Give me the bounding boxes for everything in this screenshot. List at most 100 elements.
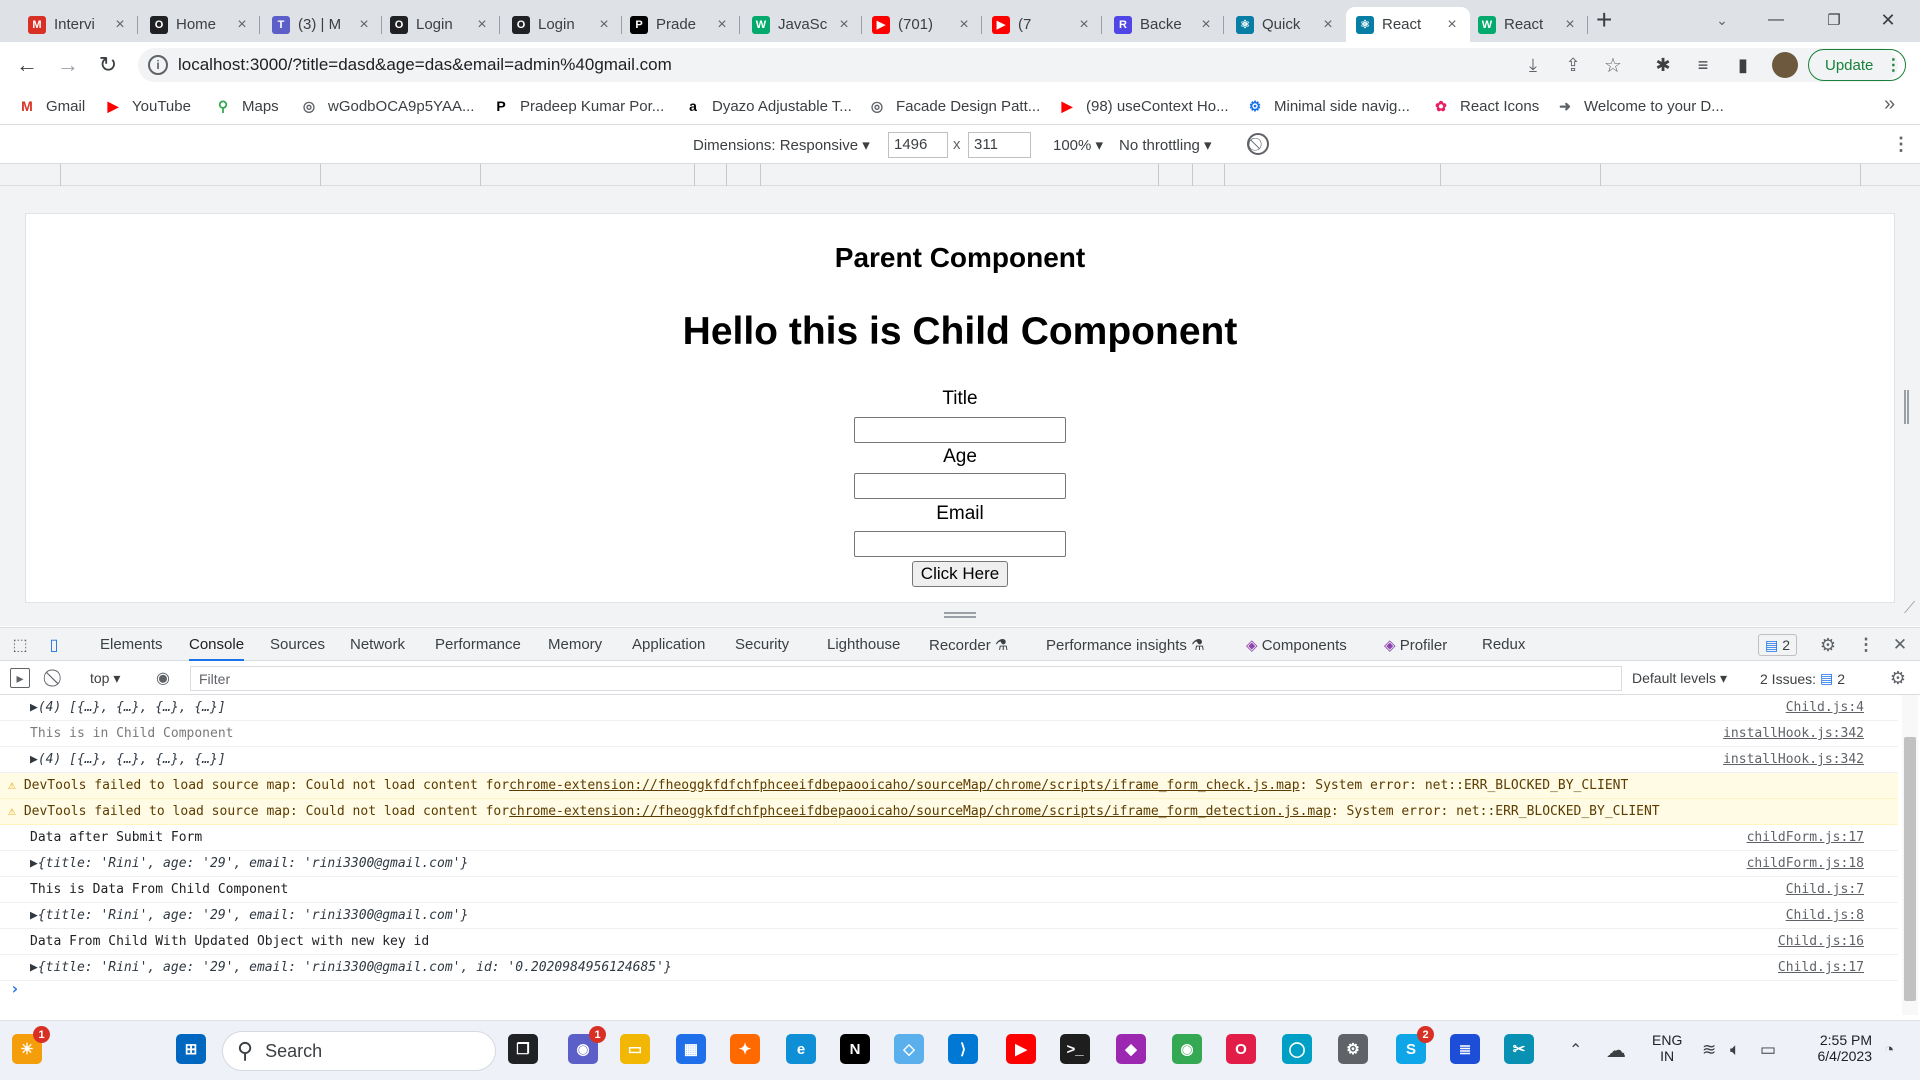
console-row[interactable]: ▶{title: 'Rini', age: '29', email: 'rini…: [0, 903, 1898, 929]
snipping-icon[interactable]: ✂: [1504, 1034, 1534, 1064]
console-source-link[interactable]: Child.js:16: [1778, 934, 1864, 949]
devtools-tab-network[interactable]: Network: [350, 636, 405, 653]
tab-close-icon[interactable]: ×: [1320, 16, 1336, 34]
settings-icon[interactable]: ⚙: [1338, 1034, 1368, 1064]
url-text[interactable]: localhost:3000/?title=dasd&age=das&email…: [178, 55, 672, 75]
reading-list-icon[interactable]: ≡: [1692, 54, 1714, 76]
bookmark-item[interactable]: a Dyazo Adjustable T...: [684, 96, 852, 116]
device-toggle-icon[interactable]: ▯: [44, 635, 64, 655]
devtools-tab-performance[interactable]: Performance: [435, 636, 521, 653]
console-row[interactable]: ▶{title: 'Rini', age: '29', email: 'rini…: [0, 851, 1898, 877]
corner-resize-icon[interactable]: ⟋: [1904, 600, 1915, 618]
devtools-tab-memory[interactable]: Memory: [548, 636, 602, 653]
devtools-tab-components[interactable]: ◈ Components: [1246, 636, 1347, 654]
bookmark-item[interactable]: M Gmail: [18, 96, 85, 116]
tab-close-icon[interactable]: ×: [112, 16, 128, 34]
bookmarks-overflow-icon[interactable]: »: [1884, 93, 1895, 116]
tab-close-icon[interactable]: ×: [1198, 16, 1214, 34]
tab-close-icon[interactable]: ×: [1562, 16, 1578, 34]
browser-tab[interactable]: ⚛ Quick ×: [1226, 7, 1346, 42]
browser-tab[interactable]: O Login ×: [502, 7, 622, 42]
browser-tab[interactable]: O Login ×: [380, 7, 500, 42]
devtools-tab-sources[interactable]: Sources: [270, 636, 325, 653]
bookmark-item[interactable]: ⚙ Minimal side navig...: [1246, 96, 1410, 116]
issues-link[interactable]: 2 Issues: ▤ 2: [1760, 670, 1845, 687]
bookmark-item[interactable]: ✿ React Icons: [1432, 96, 1539, 116]
bookmark-item[interactable]: ▶ YouTube: [104, 96, 191, 116]
console-row[interactable]: ▶(4) [{…}, {…}, {…}, {…}] Child.js:4: [0, 695, 1898, 721]
levels-dropdown[interactable]: Default levels ▾: [1632, 670, 1727, 687]
reload-icon[interactable]: ↻: [95, 52, 121, 78]
console-filter-input[interactable]: Filter: [190, 666, 1622, 691]
devtools-tab-console[interactable]: Console: [189, 636, 245, 661]
browser-tab[interactable]: R Backe ×: [1104, 7, 1224, 42]
click-here-button[interactable]: Click Here: [912, 561, 1008, 587]
tab-close-icon[interactable]: ×: [234, 16, 250, 34]
console-source-link[interactable]: Child.js:7: [1786, 882, 1864, 897]
console-source-link[interactable]: childForm.js:18: [1747, 856, 1864, 871]
bookmark-item[interactable]: ◎ wGodbOCA9p5YAA...: [300, 96, 475, 116]
tab-close-icon[interactable]: ×: [356, 16, 372, 34]
tab-close-icon[interactable]: ×: [836, 16, 852, 34]
teams-chat-icon[interactable]: ◉ 1: [568, 1026, 606, 1064]
tab-search-icon[interactable]: ⌄: [1710, 8, 1734, 32]
taskbar-search[interactable]: ⚲ Search: [222, 1031, 496, 1071]
width-input[interactable]: 1496: [888, 132, 948, 158]
dimensions-dropdown[interactable]: Dimensions: Responsive ▾: [693, 136, 870, 154]
console-row[interactable]: ▶{title: 'Rini', age: '29', email: 'rini…: [0, 955, 1898, 981]
chrome-icon[interactable]: ◉: [1172, 1034, 1202, 1064]
clock[interactable]: 2:55 PM 6/4/2023: [1796, 1032, 1873, 1064]
site-info-icon[interactable]: i: [148, 55, 168, 75]
language-indicator[interactable]: ENG IN: [1652, 1032, 1682, 1064]
bookmark-item[interactable]: P Pradeep Kumar Por...: [492, 96, 664, 116]
extensions-icon[interactable]: ✱: [1652, 54, 1674, 76]
opera-icon[interactable]: O: [1226, 1034, 1256, 1064]
restore-icon[interactable]: ❐: [1820, 6, 1848, 34]
device-more-icon[interactable]: ⋮: [1892, 134, 1910, 155]
close-devtools-icon[interactable]: ✕: [1890, 635, 1910, 655]
devtools-tab-performance-insights[interactable]: Performance insights ⚗: [1046, 636, 1205, 654]
viewport-resize-handle[interactable]: [944, 612, 976, 618]
onedrive-icon[interactable]: ☁: [1606, 1038, 1626, 1063]
browser-tab[interactable]: ▶ (7 ×: [982, 7, 1102, 42]
throttling-dropdown[interactable]: No throttling ▾: [1119, 136, 1212, 154]
tab-close-icon[interactable]: ×: [596, 16, 612, 34]
youtube-app-icon[interactable]: ▶: [1006, 1034, 1036, 1064]
tab-close-icon[interactable]: ×: [956, 16, 972, 34]
install-icon[interactable]: ⤓: [1522, 54, 1544, 76]
store-icon[interactable]: ▦: [676, 1034, 706, 1064]
console-source-link[interactable]: installHook.js:342: [1723, 752, 1864, 767]
devtools-tab-recorder[interactable]: Recorder ⚗: [929, 636, 1008, 654]
source-map-link[interactable]: chrome-extension://fheoggkfdfchfphceeifd…: [509, 804, 1331, 819]
devtools-tab-redux[interactable]: Redux: [1482, 636, 1525, 653]
volume-icon[interactable]: 🔈︎: [1730, 1040, 1740, 1060]
context-dropdown[interactable]: top ▾: [90, 670, 120, 687]
devtools-tab-security[interactable]: Security: [735, 636, 789, 653]
console-scrollbar-thumb[interactable]: [1904, 737, 1916, 1001]
app-colorful-icon[interactable]: ◆: [1116, 1034, 1146, 1064]
rotate-icon[interactable]: ⃠: [1247, 133, 1269, 155]
clear-console-icon[interactable]: ⃠: [46, 668, 66, 688]
zoom-dropdown[interactable]: 100% ▾: [1053, 136, 1103, 154]
console-source-link[interactable]: installHook.js:342: [1723, 726, 1864, 741]
email-input[interactable]: [854, 531, 1066, 557]
update-button[interactable]: Update ⋮: [1808, 49, 1906, 81]
console-row[interactable]: ▶(4) [{…}, {…}, {…}, {…}] installHook.js:…: [0, 747, 1898, 773]
task-view-icon[interactable]: ❐: [508, 1034, 538, 1064]
side-resize-handle[interactable]: [1904, 390, 1909, 424]
devtools-more-icon[interactable]: ⋮: [1856, 635, 1876, 655]
minimize-icon[interactable]: —: [1762, 6, 1790, 34]
tray-chevron-icon[interactable]: ⌃: [1569, 1040, 1582, 1060]
file-explorer-icon[interactable]: ▭: [620, 1034, 650, 1064]
devtools-tab-application[interactable]: Application: [632, 636, 705, 653]
browser-tab[interactable]: W React ×: [1468, 7, 1588, 42]
bookmark-item[interactable]: ◎ Facade Design Patt...: [868, 96, 1040, 116]
profile-avatar[interactable]: [1772, 52, 1798, 78]
side-panel-icon[interactable]: ▮: [1732, 54, 1754, 76]
browser-tab[interactable]: ▶ (701) ×: [862, 7, 982, 42]
forward-icon[interactable]: →: [55, 52, 81, 78]
netflix-icon[interactable]: N: [840, 1034, 870, 1064]
bookmark-item[interactable]: ➜ Welcome to your D...: [1556, 96, 1724, 116]
browser-tab[interactable]: ⚛ React ×: [1346, 7, 1470, 42]
media-query-ruler[interactable]: [0, 164, 1920, 186]
